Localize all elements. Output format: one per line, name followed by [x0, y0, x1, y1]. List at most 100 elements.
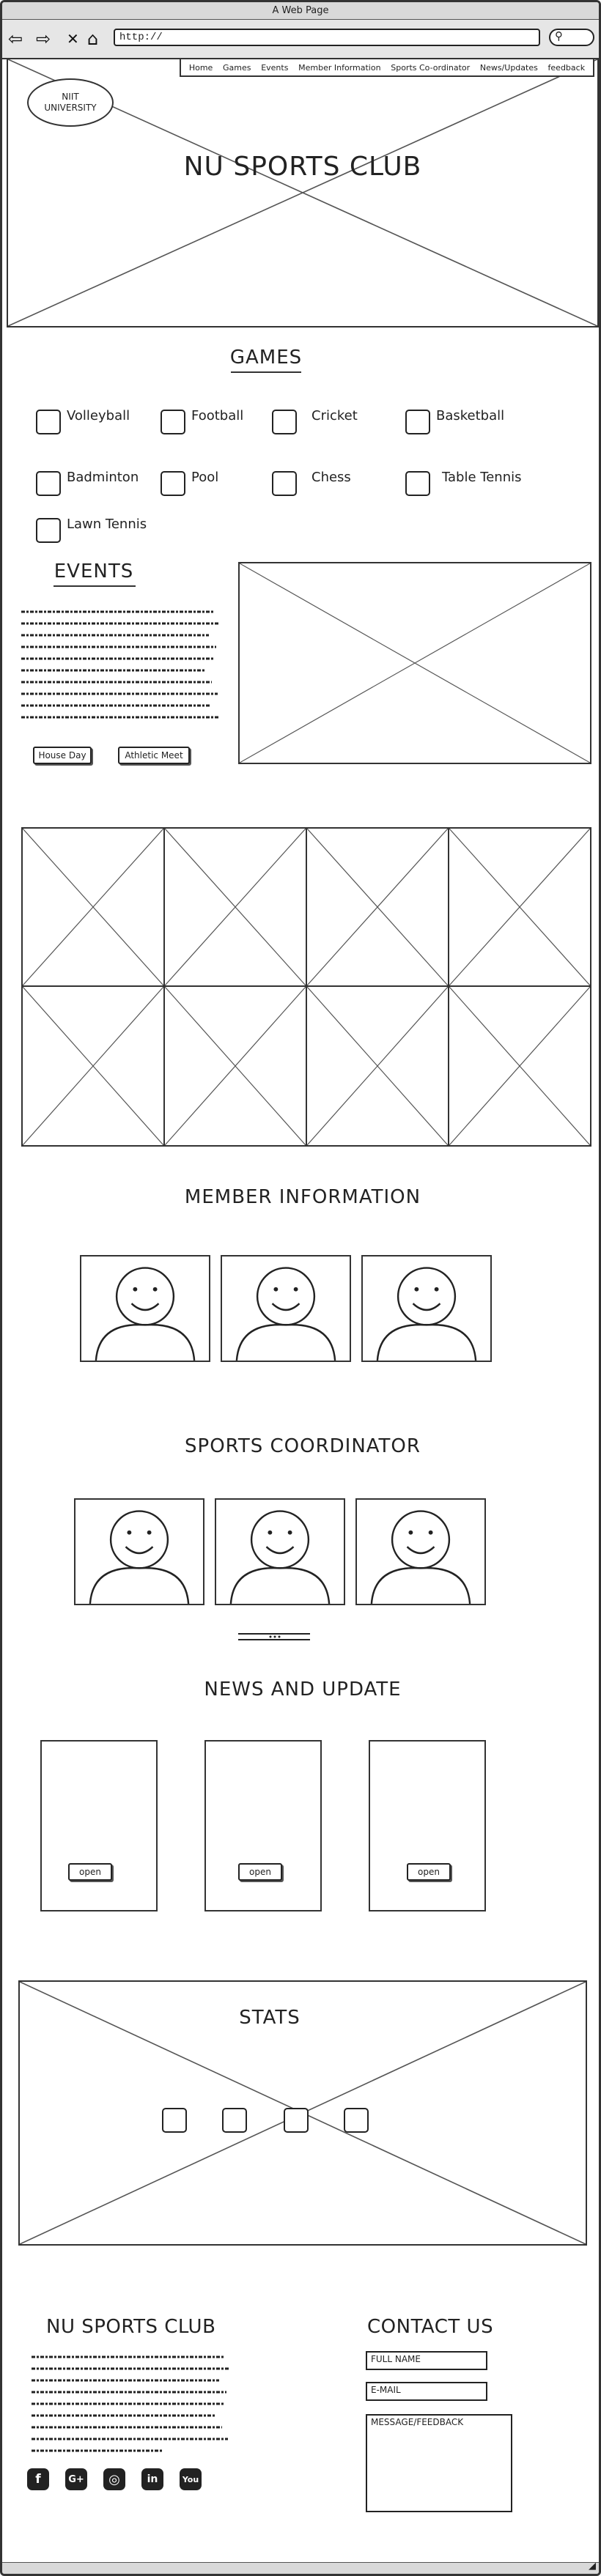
nav-item-home[interactable]: Home [189, 63, 213, 73]
gallery-image-placeholder [21, 827, 165, 987]
checkbox[interactable] [161, 410, 185, 434]
nav-item-news-updates[interactable]: News/Updates [480, 63, 538, 73]
gallery-image-placeholder [448, 985, 591, 1147]
footer-contact-title: CONTACT US [367, 2316, 494, 2338]
search-icon: ⚲ [555, 29, 563, 42]
search-field[interactable]: ⚲ [549, 29, 594, 46]
nav-item-sports-coordinator[interactable]: Sports Co-ordinator [391, 63, 470, 73]
game-checkbox-football[interactable]: Football [161, 408, 244, 434]
url-input[interactable]: http:// [114, 29, 540, 46]
person-icon [376, 1267, 477, 1361]
checkbox[interactable] [405, 410, 430, 434]
game-checkbox-basketball[interactable]: Basketball [405, 408, 504, 434]
facebook-icon[interactable]: f [27, 2468, 49, 2490]
checkbox[interactable] [36, 518, 61, 543]
house-day-button[interactable]: House Day [33, 747, 92, 764]
gallery-image-placeholder [21, 985, 165, 1147]
email-field[interactable]: E-MAIL [366, 2382, 487, 2401]
game-label: Football [191, 408, 244, 423]
checkbox[interactable] [36, 410, 61, 434]
events-placeholder-text [21, 610, 219, 719]
coordinator-avatar[interactable] [74, 1498, 204, 1605]
game-label: Pool [191, 470, 219, 485]
message-feedback-field[interactable]: MESSAGE/FEEDBACK [366, 2414, 512, 2512]
footer-placeholder-text [32, 2355, 229, 2452]
events-image-placeholder [238, 562, 591, 764]
member-information-heading: MEMBER INFORMATION [184, 1186, 421, 1208]
gallery-image-placeholder [306, 985, 449, 1147]
sports-coordinator-heading: SPORTS COORDINATOR [185, 1435, 421, 1457]
game-checkbox-cricket[interactable]: Cricket [272, 408, 358, 434]
game-label: Badminton [67, 470, 139, 485]
browser-toolbar: ⇦ ⇨ ✕ ⌂ http:// ⚲ [2, 20, 599, 59]
open-news-button[interactable]: open [238, 1863, 282, 1881]
checkbox[interactable] [272, 410, 297, 434]
nav-item-feedback[interactable]: feedback [548, 63, 586, 73]
gallery-image-placeholder [306, 827, 449, 987]
full-name-field[interactable]: FULL NAME [366, 2351, 487, 2370]
coordinator-avatar[interactable] [355, 1498, 486, 1605]
game-checkbox-chess[interactable]: Chess [272, 470, 351, 496]
gallery-image-placeholder [448, 827, 591, 987]
games-heading: GAMES [229, 347, 303, 369]
member-avatar[interactable] [80, 1255, 210, 1362]
footer-club-title: NU SPORTS CLUB [46, 2316, 216, 2338]
news-card: open [204, 1740, 322, 1911]
checkbox[interactable] [405, 471, 430, 496]
gallery-image-placeholder [163, 827, 307, 987]
stat-checkbox[interactable] [162, 2108, 187, 2133]
stat-checkbox[interactable] [284, 2108, 309, 2133]
games-heading-underline [231, 371, 301, 373]
home-icon[interactable]: ⌂ [87, 30, 98, 48]
nav-item-events[interactable]: Events [261, 63, 288, 73]
back-arrow-icon[interactable]: ⇦ [8, 30, 23, 48]
google-plus-icon[interactable]: G+ [65, 2468, 87, 2490]
events-heading: EVENTS [54, 560, 134, 582]
athletic-meet-button[interactable]: Athletic Meet [118, 747, 190, 764]
hero-title: NU SPORTS CLUB [183, 152, 422, 182]
checkbox[interactable] [272, 471, 297, 496]
person-icon [89, 1510, 190, 1604]
stat-checkbox[interactable] [344, 2108, 369, 2133]
university-logo[interactable]: NIIT UNIVERSITY [27, 78, 114, 127]
game-checkbox-table-tennis[interactable]: Table Tennis [405, 470, 522, 496]
member-avatar[interactable] [221, 1255, 351, 1362]
coordinator-avatar[interactable] [215, 1498, 345, 1605]
news-heading: NEWS AND UPDATE [204, 1679, 402, 1700]
person-icon [95, 1267, 196, 1361]
member-avatar[interactable] [361, 1255, 492, 1362]
news-card: open [40, 1740, 158, 1911]
game-checkbox-volleyball[interactable]: Volleyball [36, 408, 130, 434]
main-nav: Home Games Events Member Information Spo… [180, 58, 594, 77]
nav-item-member-information[interactable]: Member Information [298, 63, 380, 73]
checkbox[interactable] [36, 471, 61, 496]
game-label: Chess [311, 470, 351, 485]
news-card: open [369, 1740, 486, 1911]
browser-window: A Web Page ⇦ ⇨ ✕ ⌂ http:// ⚲ Home Games … [0, 0, 601, 2576]
open-news-button[interactable]: open [407, 1863, 451, 1881]
window-title: A Web Page [272, 5, 329, 16]
game-label: Table Tennis [442, 470, 522, 485]
nav-item-games[interactable]: Games [223, 63, 251, 73]
close-icon[interactable]: ✕ [67, 30, 79, 48]
open-news-button[interactable]: open [68, 1863, 112, 1881]
game-checkbox-pool[interactable]: Pool [161, 470, 219, 496]
game-checkbox-badminton[interactable]: Badminton [36, 470, 139, 496]
youtube-icon[interactable]: You [180, 2468, 202, 2490]
forward-arrow-icon[interactable]: ⇨ [36, 30, 51, 48]
logo-text: NIIT UNIVERSITY [44, 92, 97, 113]
pagination-indicator[interactable] [238, 1632, 311, 1642]
resize-grip-icon[interactable]: ◢ [589, 2561, 596, 2572]
game-checkbox-lawn-tennis[interactable]: Lawn Tennis [36, 517, 147, 543]
browser-statusbar: ◢ [2, 2561, 599, 2574]
checkbox[interactable] [161, 471, 185, 496]
events-heading-underline [54, 585, 136, 587]
window-titlebar: A Web Page [2, 2, 599, 20]
stat-checkbox[interactable] [222, 2108, 247, 2133]
stats-heading: STATS [239, 2007, 300, 2029]
person-icon [235, 1267, 336, 1361]
instagram-icon[interactable]: ◎ [103, 2468, 125, 2490]
linkedin-icon[interactable]: in [141, 2468, 163, 2490]
game-label: Lawn Tennis [67, 517, 147, 532]
person-icon [370, 1510, 471, 1604]
